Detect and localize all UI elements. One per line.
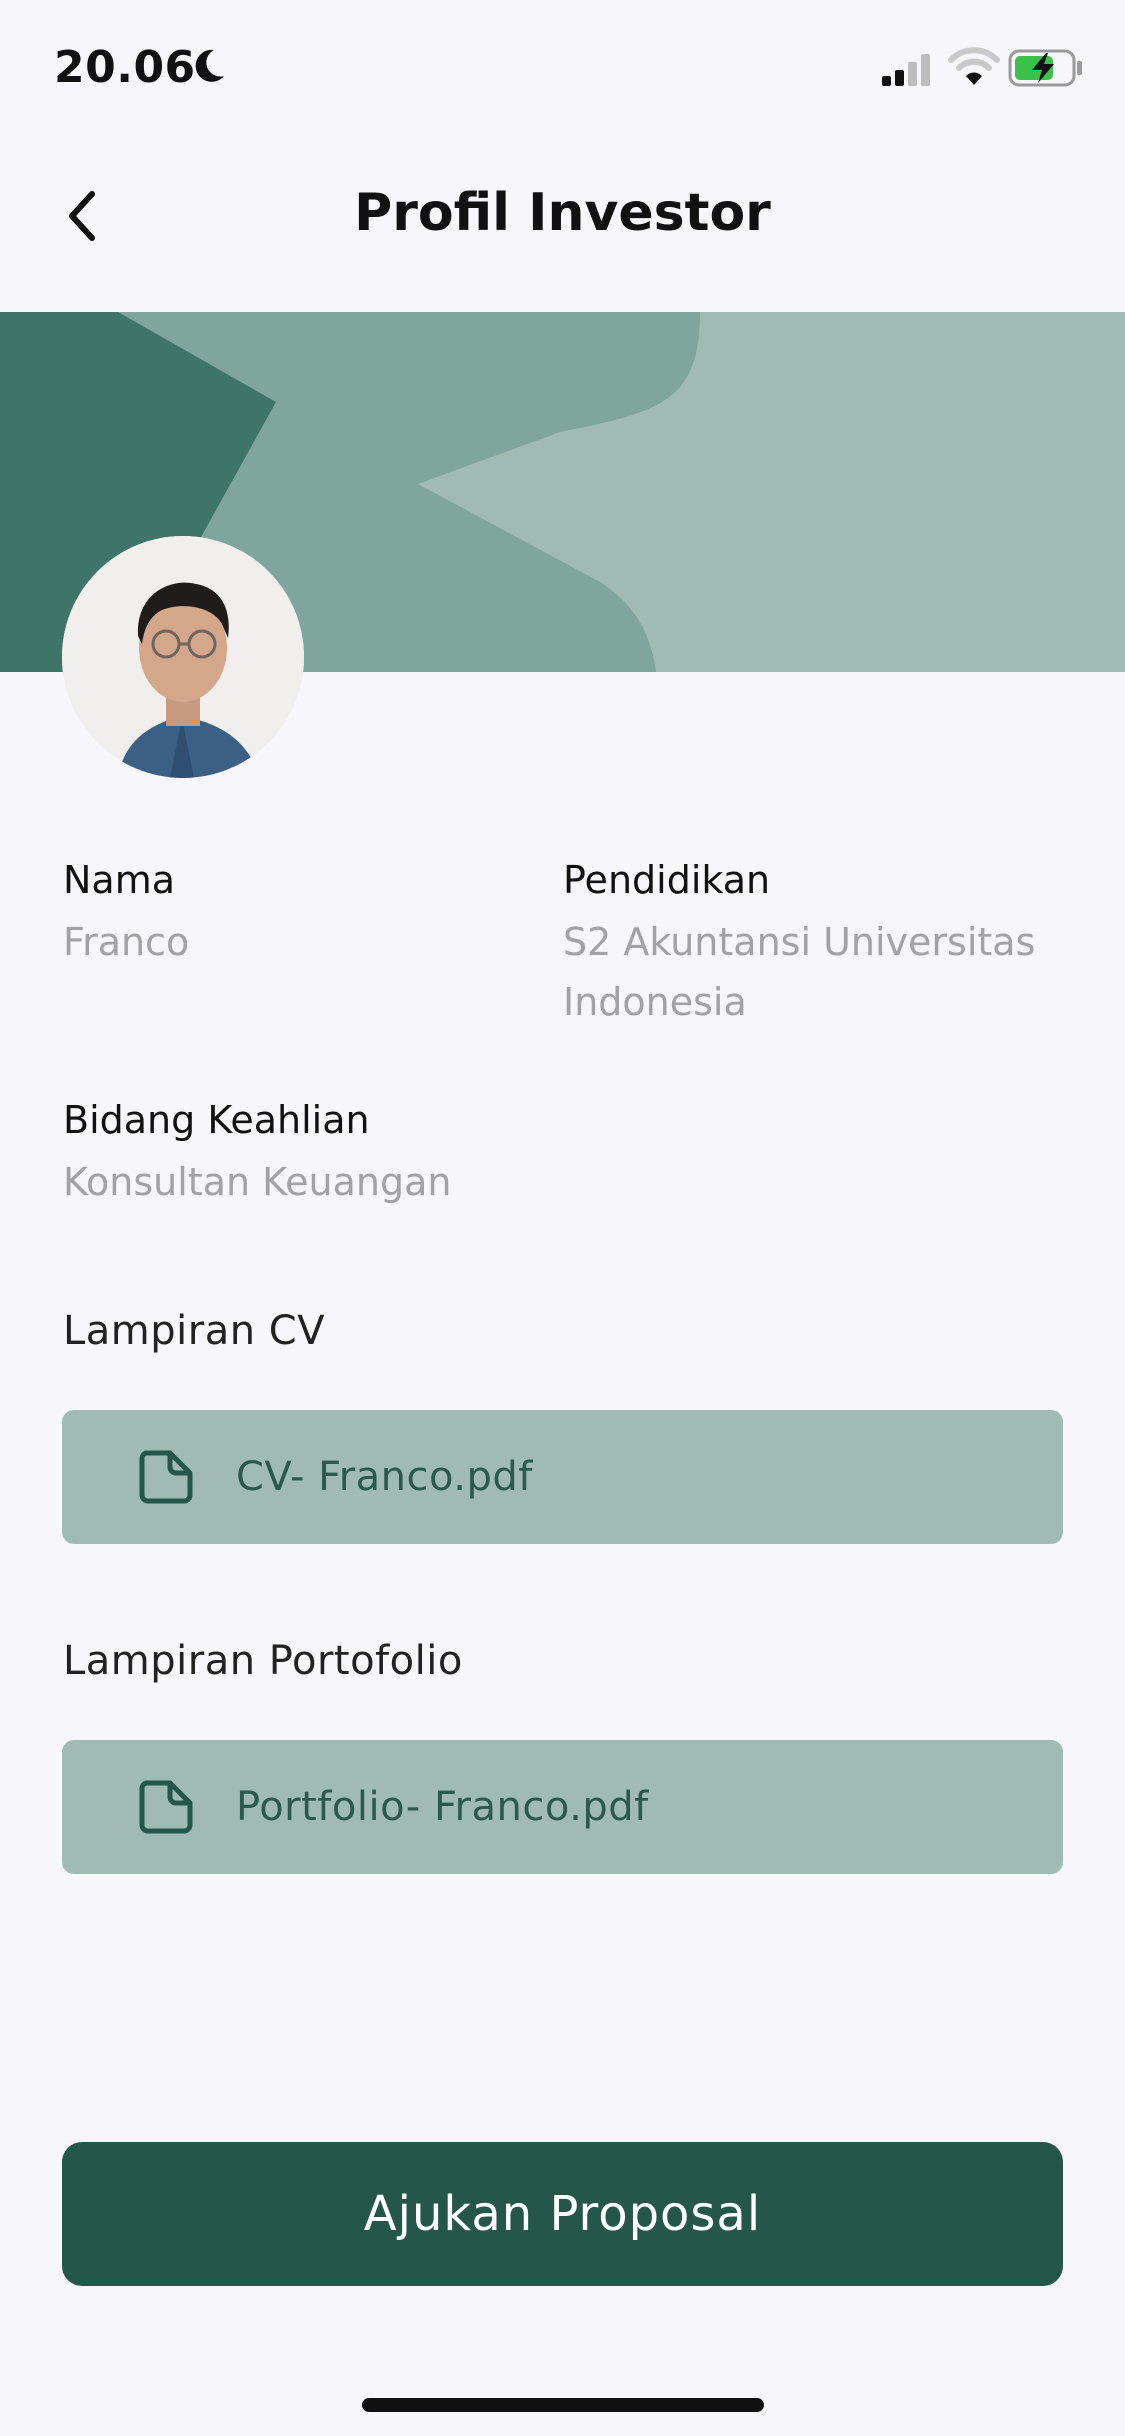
portfolio-attachment-label: Lampiran Portofolio [63, 1638, 463, 1684]
signal-icon [882, 54, 930, 86]
cv-file-name: CV- Franco.pdf [236, 1454, 533, 1500]
expertise-label: Bidang Keahlian [63, 1098, 370, 1142]
moon-icon [195, 49, 224, 82]
file-icon [139, 1780, 193, 1834]
cv-file-card[interactable]: CV- Franco.pdf [62, 1410, 1063, 1544]
education-label: Pendidikan [563, 858, 771, 902]
submit-proposal-button[interactable]: Ajukan Proposal [62, 2142, 1063, 2286]
wifi-icon [948, 47, 1000, 85]
battery-charging-icon [1008, 49, 1082, 87]
expertise-value: Konsultan Keuangan [63, 1160, 452, 1204]
avatar [62, 536, 304, 778]
education-value-line1: S2 Akuntansi Universitas [563, 920, 1036, 964]
portfolio-file-name: Portfolio- Franco.pdf [236, 1784, 649, 1830]
cv-attachment-label: Lampiran CV [63, 1308, 326, 1354]
page-title: Profil Investor [354, 183, 771, 243]
name-value: Franco [63, 920, 190, 964]
portfolio-file-card[interactable]: Portfolio- Franco.pdf [62, 1740, 1063, 1874]
education-value-line2: Indonesia [563, 980, 747, 1024]
home-indicator [362, 2398, 764, 2412]
file-icon [139, 1450, 193, 1504]
name-label: Nama [63, 858, 176, 902]
status-time: 20.06 [54, 42, 196, 93]
